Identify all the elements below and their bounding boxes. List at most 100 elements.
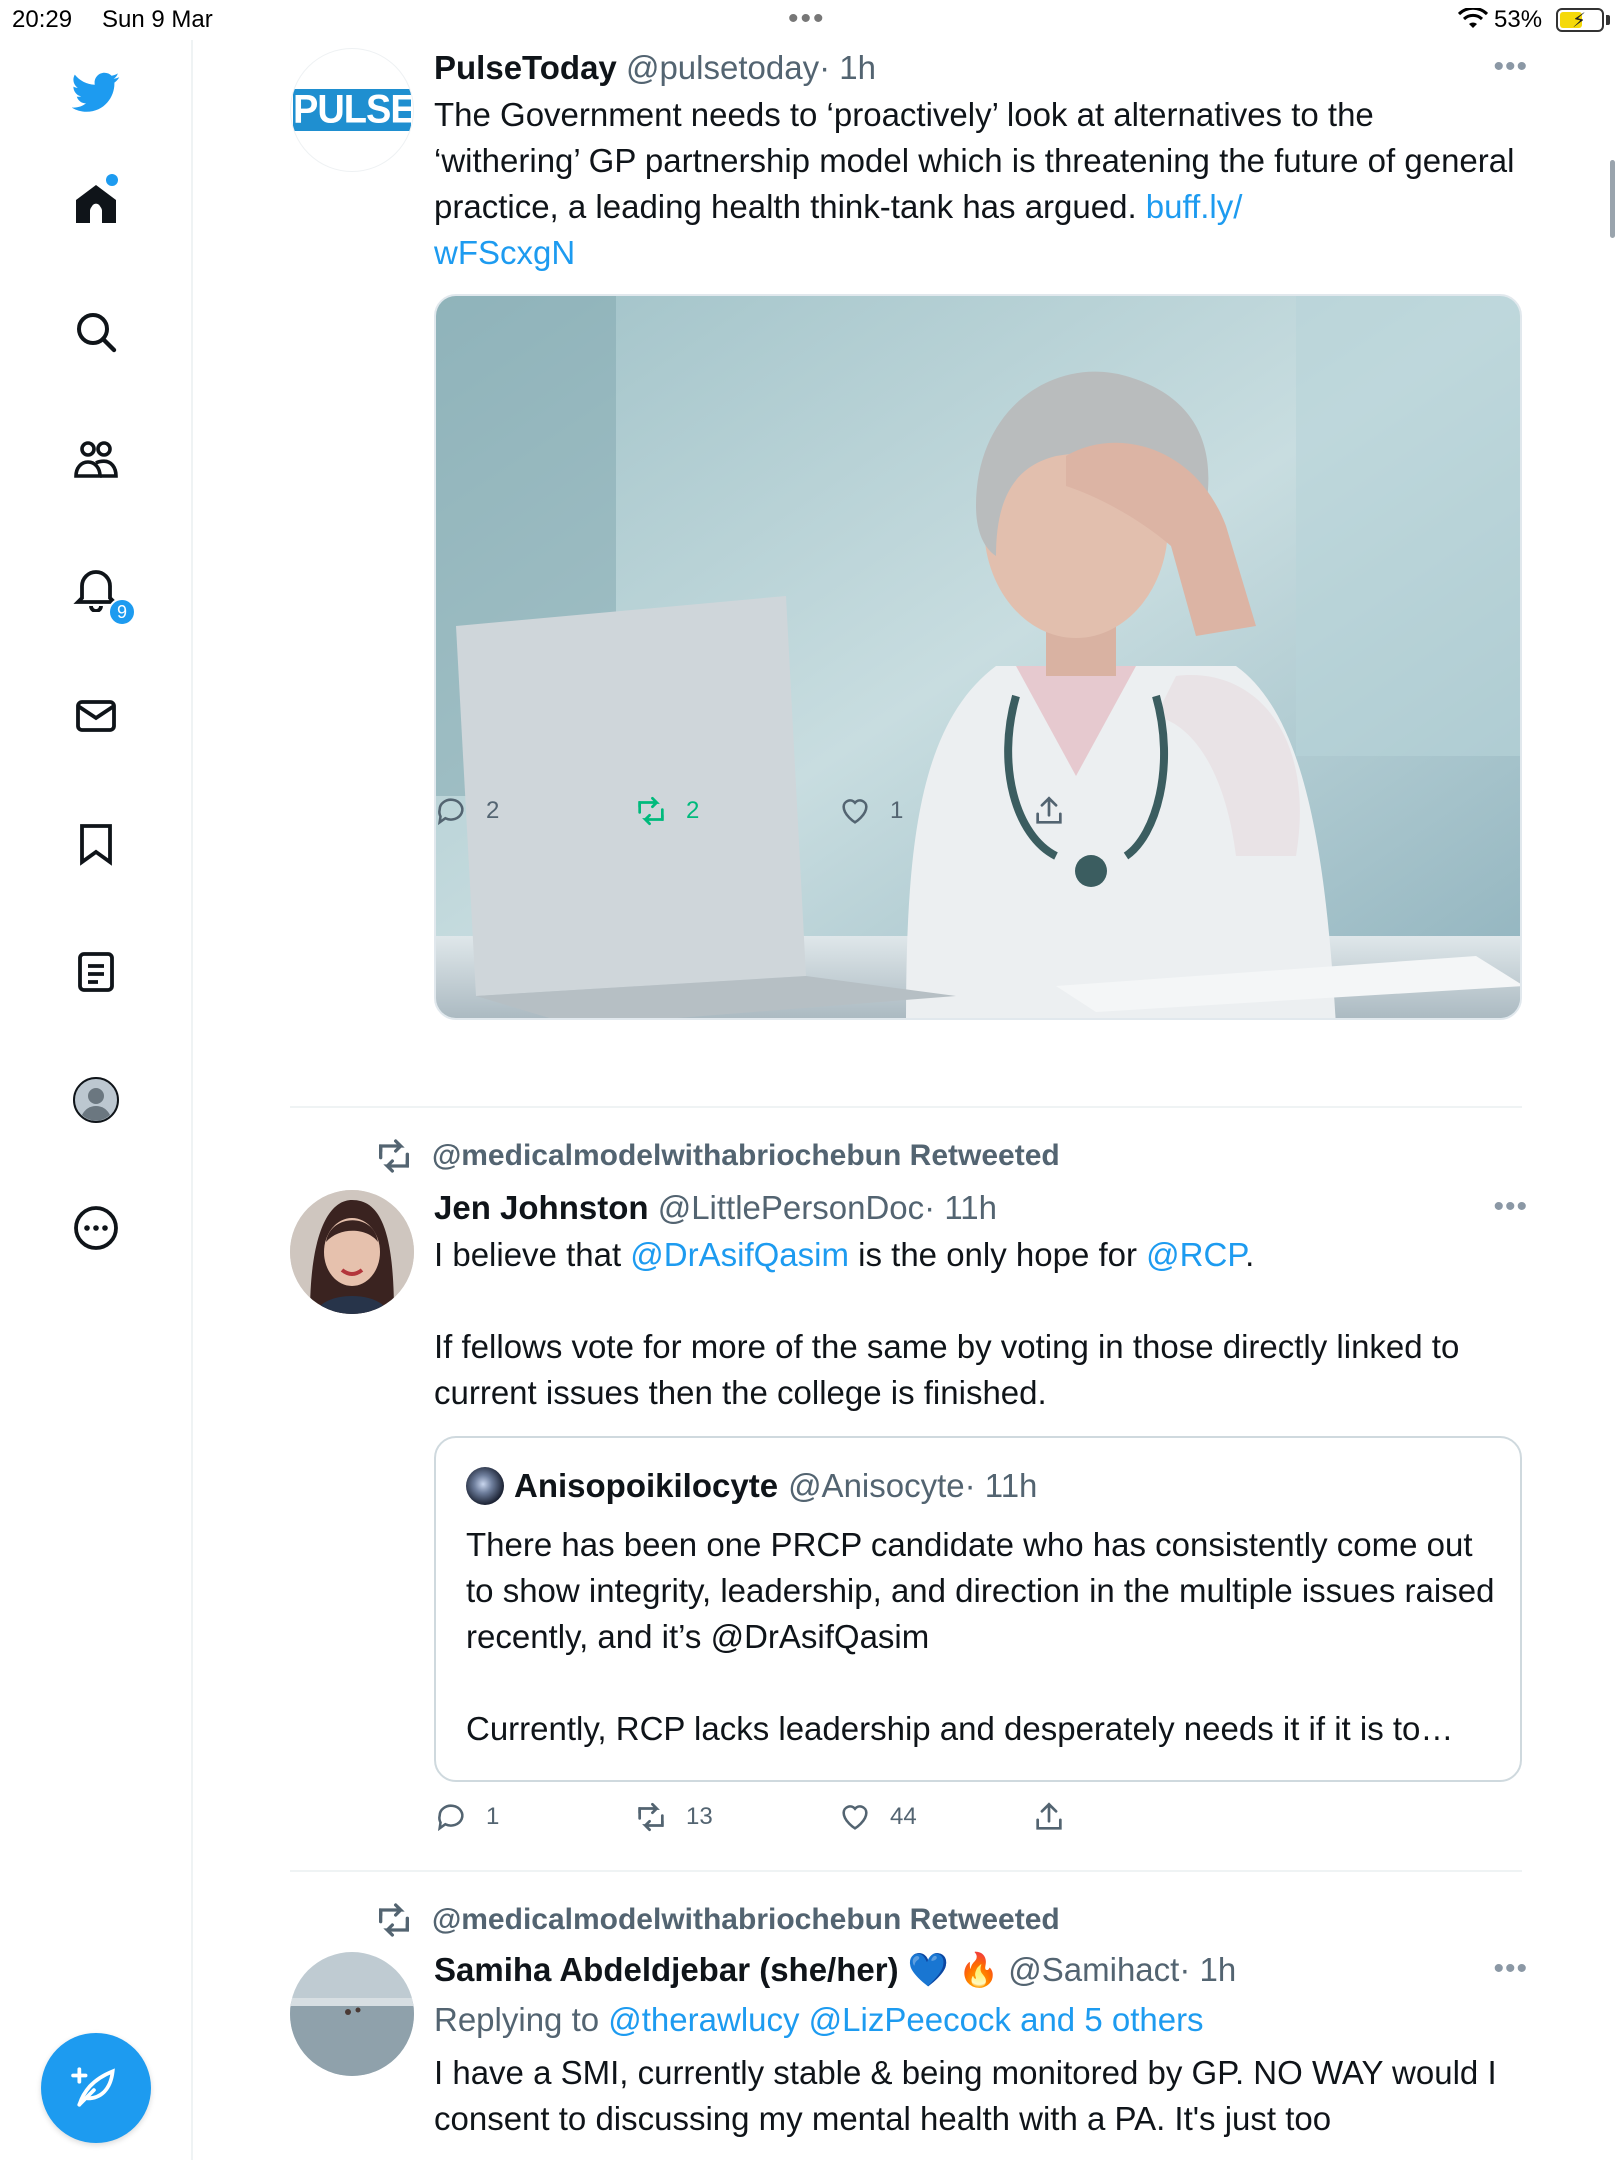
author-name[interactable]: Jen Johnston bbox=[434, 1189, 649, 1226]
quoted-paragraph-2: Currently, RCP lacks leadership and desp… bbox=[466, 1710, 1454, 1747]
retweet-icon bbox=[379, 1139, 409, 1173]
tweet-text: I believe that @DrAsifQasim is the only … bbox=[434, 1232, 1522, 1278]
scrollbar[interactable] bbox=[1610, 160, 1615, 238]
quoted-author-handle: @Anisocyte· 11h bbox=[788, 1466, 1037, 1506]
tweet-header: Samiha Abdeldjebar (she/her) 💙 🔥 @Samiha… bbox=[434, 1950, 1522, 1990]
retweeted-by-text: @medicalmodelwithabriochebun Retweeted bbox=[432, 1903, 1060, 1936]
samiha-avatar-image bbox=[290, 1952, 414, 2076]
tweet-header: Jen Johnston @LittlePersonDoc· 11h bbox=[434, 1188, 1522, 1228]
messages-icon[interactable] bbox=[66, 686, 126, 746]
jen-johnston-avatar-image bbox=[290, 1190, 414, 1314]
sidebar: 9 bbox=[0, 40, 193, 2160]
share-icon bbox=[1036, 796, 1062, 824]
tweet-header: PulseToday @pulsetoday· 1h bbox=[434, 48, 1522, 88]
battery-tip bbox=[1606, 15, 1610, 25]
lists-icon[interactable] bbox=[66, 942, 126, 1002]
avatar[interactable] bbox=[290, 1190, 414, 1314]
tweet-text-part: is the only hope for bbox=[848, 1236, 1147, 1273]
retweet-icon bbox=[638, 796, 664, 826]
quoted-author-avatar bbox=[466, 1467, 504, 1505]
heart-icon bbox=[842, 1805, 868, 1830]
reply-button[interactable]: 2 bbox=[434, 794, 499, 828]
retweeted-by-text: @medicalmodelwithabriochebun Retweeted bbox=[432, 1139, 1060, 1172]
tweet-divider bbox=[290, 1870, 1522, 1872]
status-time: 20:29 bbox=[12, 6, 73, 33]
pulse-logo: PULSE bbox=[293, 87, 414, 133]
retweet-count: 13 bbox=[686, 1803, 713, 1830]
quoted-tweet[interactable]: Anisopoikilocyte @Anisocyte· 11h There h… bbox=[434, 1436, 1522, 1782]
author-handle[interactable]: @Samihact bbox=[1008, 1951, 1179, 1988]
retweet-icon bbox=[379, 1903, 409, 1937]
replying-to-line: Replying to @therawlucy @LizPeecock and … bbox=[434, 2000, 1522, 2040]
like-button[interactable]: 44 bbox=[838, 1800, 917, 1834]
quoted-tweet-header: Anisopoikilocyte @Anisocyte· 11h bbox=[466, 1466, 1037, 1506]
like-button[interactable]: 1 bbox=[838, 794, 903, 828]
compose-tweet-button[interactable] bbox=[41, 2033, 151, 2143]
replying-to-prefix: Replying to bbox=[434, 2001, 609, 2038]
tweet-text-part: . bbox=[1245, 1236, 1255, 1273]
retweeted-by-line[interactable]: @medicalmodelwithabriochebun Retweeted bbox=[374, 1900, 1060, 1940]
retweet-count: 2 bbox=[686, 797, 700, 824]
search-icon[interactable] bbox=[66, 302, 126, 362]
more-icon[interactable]: ••• bbox=[1493, 1952, 1528, 1986]
author-handle[interactable]: @pulsetoday bbox=[626, 49, 819, 86]
retweet-icon bbox=[638, 1802, 664, 1832]
compose-feather-icon bbox=[71, 2067, 115, 2107]
tweet-time[interactable]: · 1h bbox=[819, 49, 876, 86]
author-name[interactable]: PulseToday bbox=[434, 49, 617, 86]
heart-icon bbox=[842, 799, 868, 824]
quoted-tweet-time: · 11h bbox=[964, 1467, 1038, 1504]
profile-avatar-icon[interactable] bbox=[66, 1070, 126, 1130]
like-count: 1 bbox=[890, 797, 904, 824]
name-emoji: 💙 🔥 bbox=[907, 1951, 1000, 1988]
avatar[interactable]: PULSE bbox=[290, 48, 414, 172]
mention-link[interactable]: @RCP bbox=[1146, 1236, 1245, 1273]
notification-count-badge: 9 bbox=[108, 598, 136, 626]
quoted-author-name: Anisopoikilocyte bbox=[514, 1467, 779, 1504]
more-icon[interactable]: ••• bbox=[1493, 50, 1528, 84]
battery-percent: 53% bbox=[1494, 6, 1543, 33]
like-count: 44 bbox=[890, 1803, 917, 1830]
mention-link[interactable]: @DrAsifQasim bbox=[630, 1236, 849, 1273]
tweet-divider bbox=[290, 1106, 1522, 1108]
bookmarks-icon[interactable] bbox=[66, 814, 126, 874]
retweeted-by-line[interactable]: @medicalmodelwithabriochebun Retweeted bbox=[374, 1136, 1060, 1176]
tweet-text-paragraph: If fellows vote for more of the same by … bbox=[434, 1328, 1460, 1411]
tweet-time[interactable]: · 11h bbox=[924, 1189, 997, 1226]
tweet-text-part: I believe that bbox=[434, 1236, 631, 1273]
tweet-text: The Government needs to ‘proactively’ lo… bbox=[434, 92, 1522, 276]
more-icon[interactable]: ••• bbox=[1493, 1190, 1528, 1224]
twitter-logo-icon[interactable] bbox=[66, 62, 126, 122]
share-icon bbox=[1036, 1802, 1062, 1830]
retweet-button[interactable]: 2 bbox=[634, 794, 699, 828]
tweet-media-image[interactable] bbox=[434, 294, 1522, 1020]
tweet-body: The Government needs to ‘proactively’ lo… bbox=[434, 96, 1515, 225]
tweet-time[interactable]: · 1h bbox=[1179, 1951, 1236, 1988]
author-handle[interactable]: @LittlePersonDoc bbox=[658, 1189, 924, 1226]
status-date: Sun 9 Mar bbox=[102, 6, 213, 33]
avatar[interactable] bbox=[290, 1952, 414, 2076]
tweet-actions: 2 2 1 bbox=[434, 794, 1134, 834]
communities-icon[interactable] bbox=[66, 430, 126, 490]
quoted-paragraph-1: There has been one PRCP candidate who ha… bbox=[466, 1526, 1495, 1655]
reply-icon bbox=[437, 798, 464, 826]
multitasking-dots-icon[interactable]: ••• bbox=[788, 2, 826, 36]
more-options-icon[interactable] bbox=[66, 1198, 126, 1258]
share-button[interactable] bbox=[1032, 1800, 1066, 1834]
replying-to-link[interactable]: @therawlucy @LizPeecock and 5 others bbox=[608, 2001, 1203, 2038]
tweet[interactable]: Samiha Abdeldjebar (she/her) 💙 🔥 @Samiha… bbox=[290, 1950, 1527, 2160]
reply-count: 1 bbox=[486, 1803, 500, 1830]
home-unread-dot bbox=[106, 174, 118, 186]
wifi-icon bbox=[1458, 8, 1488, 28]
quoted-handle-text: @Anisocyte bbox=[788, 1467, 965, 1504]
share-button[interactable] bbox=[1032, 794, 1066, 828]
author-name[interactable]: Samiha Abdeldjebar (she/her) bbox=[434, 1951, 899, 1988]
battery-icon: ⚡ bbox=[1556, 8, 1604, 32]
status-bar: 20:29 Sun 9 Mar ••• 53% ⚡ bbox=[0, 0, 1620, 40]
tweet-actions: 1 13 44 bbox=[434, 1800, 1134, 1840]
quoted-tweet-text: There has been one PRCP candidate who ha… bbox=[466, 1522, 1496, 1752]
retweet-button[interactable]: 13 bbox=[634, 1800, 713, 1834]
reply-button[interactable]: 1 bbox=[434, 1800, 499, 1834]
tweet-text: I have a SMI, currently stable & being m… bbox=[434, 2054, 1497, 2137]
reply-count: 2 bbox=[486, 797, 500, 824]
